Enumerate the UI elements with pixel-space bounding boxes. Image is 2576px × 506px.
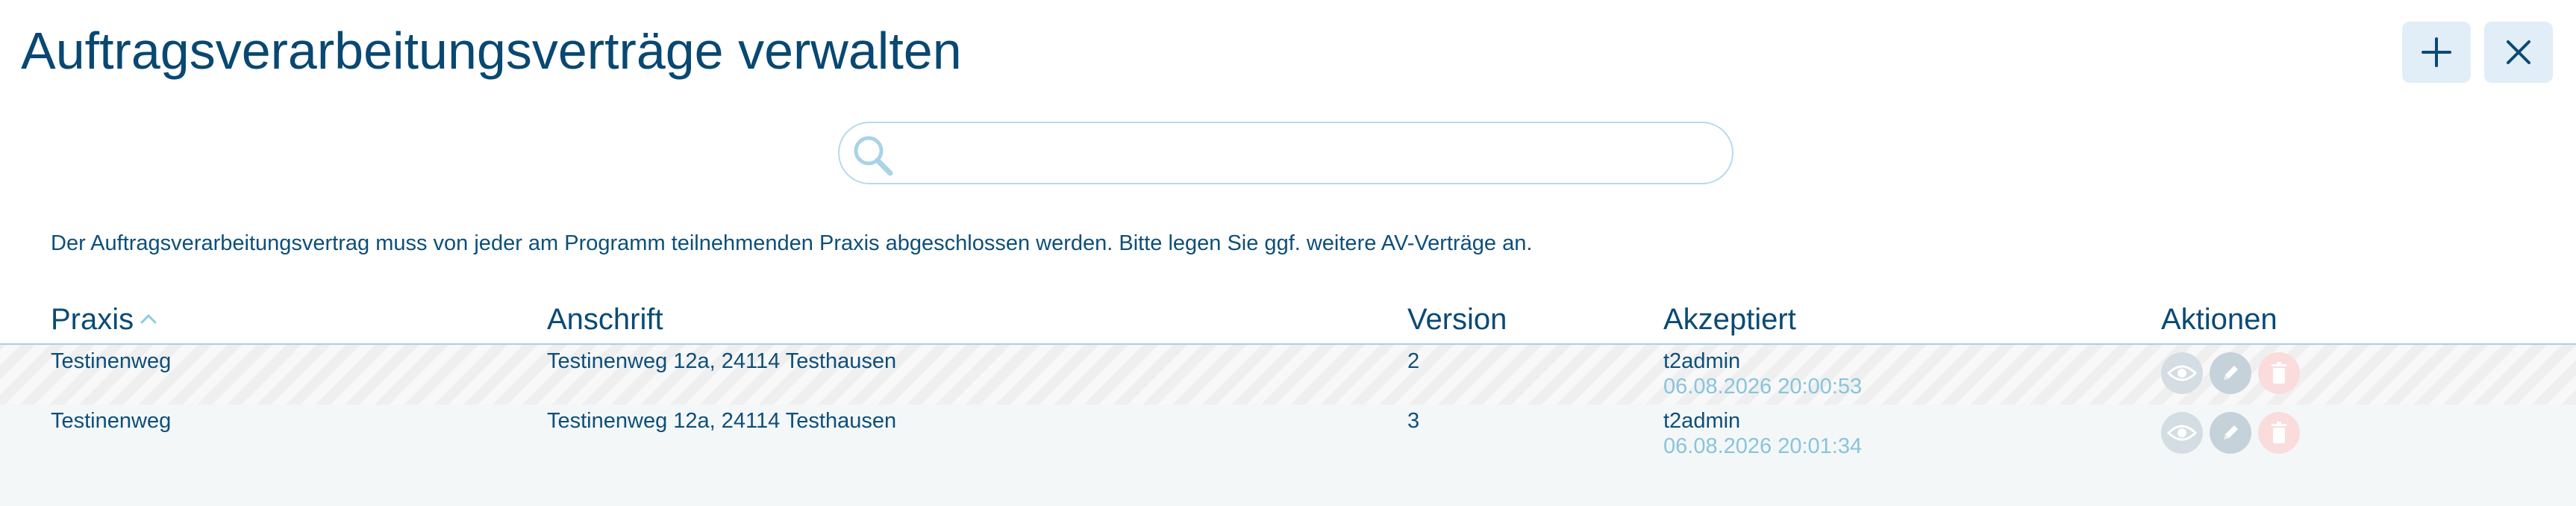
- cell-anschrift: Testinenweg 12a, 24114 Testhausen: [547, 349, 897, 373]
- view-button[interactable]: [2161, 352, 2203, 394]
- close-icon: [2507, 40, 2530, 64]
- column-header-praxis[interactable]: Praxis: [51, 299, 157, 340]
- edit-button[interactable]: [2210, 412, 2251, 454]
- column-header-version[interactable]: Version: [1407, 299, 1507, 340]
- cell-akzeptiert-user: t2admin: [1663, 349, 1741, 373]
- search-input[interactable]: [905, 131, 1714, 177]
- search-icon: [854, 136, 893, 176]
- column-header-anschrift[interactable]: Anschrift: [547, 299, 663, 340]
- cell-anschrift: Testinenweg 12a, 24114 Testhausen: [547, 409, 897, 433]
- page-title: Auftragsverarbeitungsverträge verwalten: [21, 22, 962, 80]
- trash-icon: [2272, 422, 2286, 443]
- table-row: Testinenweg Testinenweg 12a, 24114 Testh…: [0, 405, 2576, 506]
- eye-icon: [2167, 365, 2197, 381]
- add-button[interactable]: [2402, 22, 2471, 83]
- cell-praxis: Testinenweg: [51, 409, 172, 433]
- view-button[interactable]: [2161, 412, 2203, 454]
- cell-akzeptiert-date: 06.08.2026 20:00:53: [1663, 375, 1863, 399]
- cell-version: 2: [1407, 349, 1420, 373]
- edit-button[interactable]: [2210, 352, 2251, 394]
- cell-akzeptiert-user: t2admin: [1663, 409, 1741, 433]
- chevron-up-icon: [140, 314, 157, 324]
- trash-icon: [2272, 362, 2286, 384]
- column-header-akzeptiert[interactable]: Akzeptiert: [1663, 299, 1796, 340]
- cell-version: 3: [1407, 409, 1420, 433]
- close-button[interactable]: [2484, 22, 2553, 83]
- column-header-label: Praxis: [51, 303, 134, 336]
- delete-button[interactable]: [2258, 412, 2300, 454]
- info-text: Der Auftragsverarbeitungsvertrag muss vo…: [51, 231, 1533, 255]
- table-row: Testinenweg Testinenweg 12a, 24114 Testh…: [0, 345, 2576, 405]
- page: Auftragsverarbeitungsverträge verwalten …: [0, 0, 2576, 506]
- pencil-icon: [2224, 366, 2238, 380]
- search-box: [838, 122, 1734, 184]
- cell-praxis: Testinenweg: [51, 349, 172, 373]
- cell-akzeptiert-date: 06.08.2026 20:01:34: [1663, 434, 1863, 458]
- pencil-icon: [2224, 425, 2238, 440]
- plus-icon: [2422, 37, 2451, 67]
- eye-icon: [2167, 425, 2197, 441]
- column-header-aktionen: Aktionen: [2161, 303, 2278, 336]
- delete-button[interactable]: [2258, 352, 2300, 394]
